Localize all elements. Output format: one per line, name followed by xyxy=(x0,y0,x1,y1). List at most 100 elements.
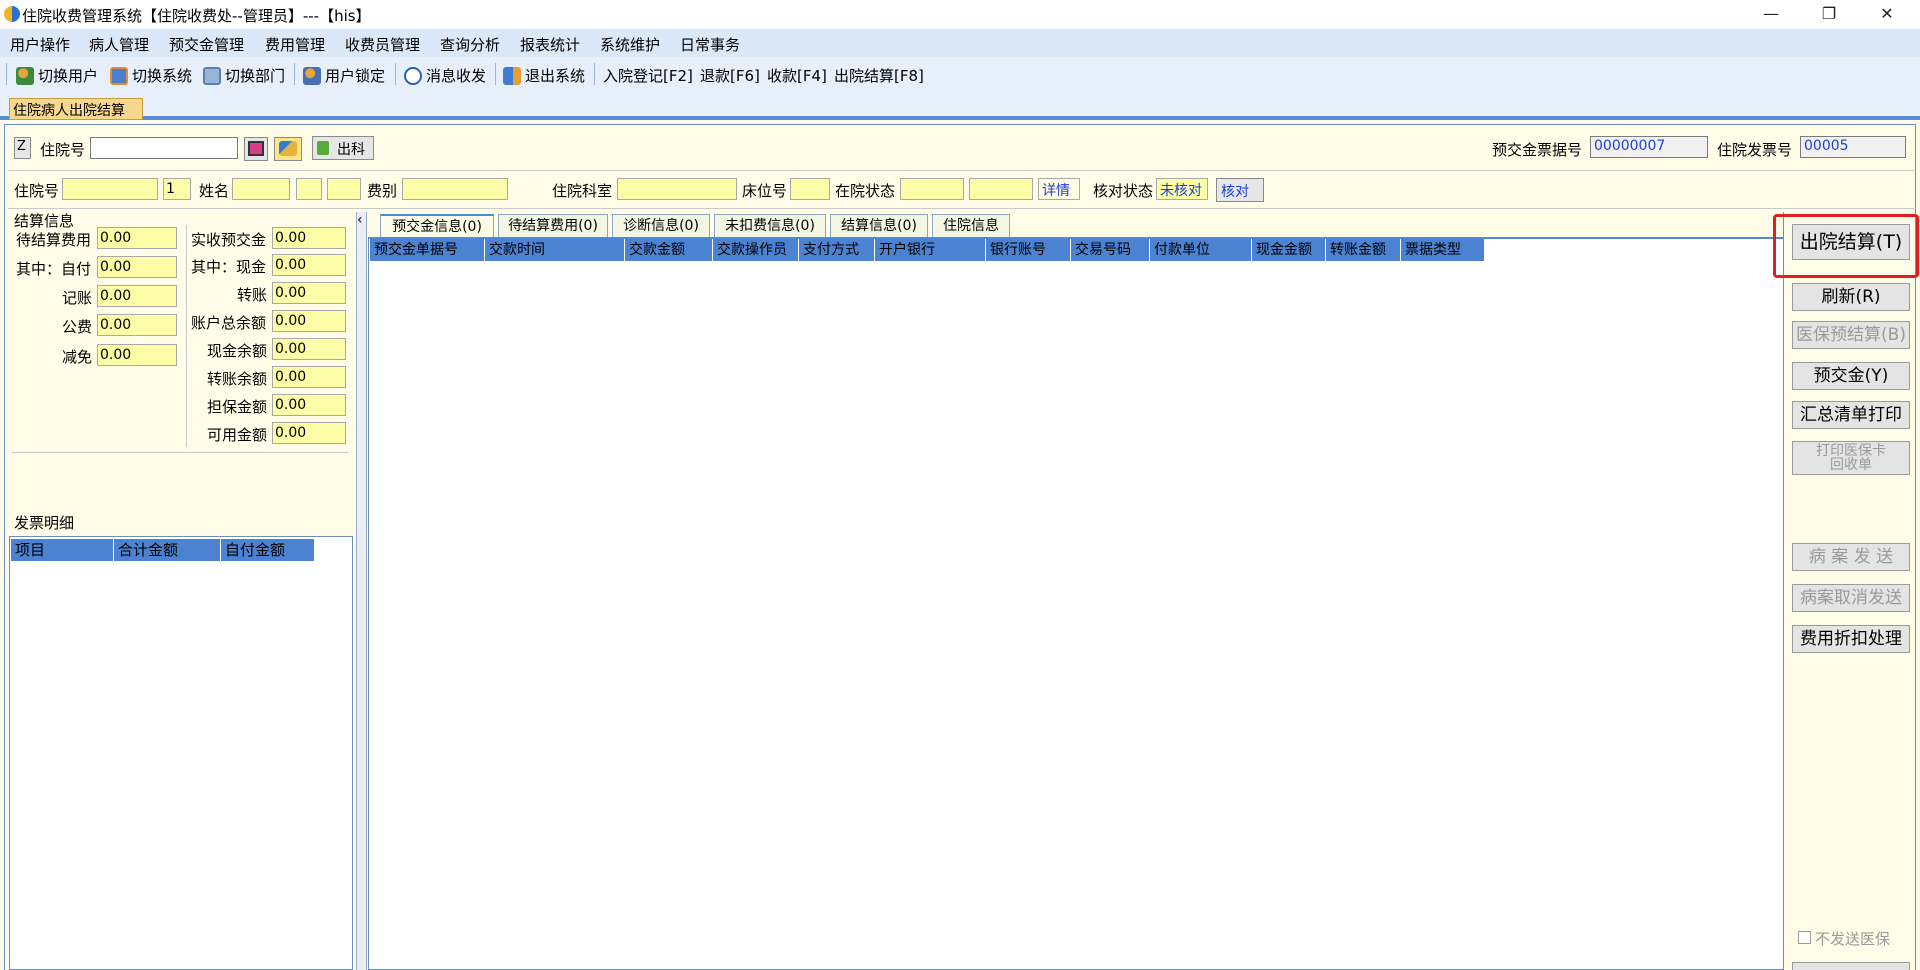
self-pay-label: 其中：自付 xyxy=(16,260,92,278)
menu-cashier[interactable]: 收费员管理 xyxy=(345,34,420,55)
bed-field[interactable] xyxy=(790,178,830,200)
z-button[interactable]: Z xyxy=(14,137,31,159)
pending-fee-field[interactable]: 0.00 xyxy=(97,227,177,249)
refresh-button[interactable]: 刷新(R) xyxy=(1792,283,1910,311)
print-ins-card-button[interactable]: 打印医保卡 回收单 xyxy=(1792,441,1910,475)
switch-system-button[interactable]: 切换系统 xyxy=(110,65,192,86)
no-send-ins-checkbox[interactable] xyxy=(1798,931,1811,944)
col-bank-account[interactable]: 银行账号 xyxy=(986,239,1071,261)
guarantee-field[interactable]: 0.00 xyxy=(272,394,346,416)
public-fee-field[interactable]: 0.00 xyxy=(97,314,177,336)
dept-field[interactable] xyxy=(617,178,737,200)
transfer-balance-label: 转账余额 xyxy=(207,370,268,388)
fee-type-field[interactable] xyxy=(402,178,508,200)
user-lock-button[interactable]: 用户锁定 xyxy=(303,65,385,86)
account-field[interactable]: 0.00 xyxy=(97,285,177,307)
col-receipt-type[interactable]: 票据类型 xyxy=(1401,239,1485,261)
tab-settlement[interactable]: 结算信息(0) xyxy=(830,214,928,238)
menu-system[interactable]: 系统维护 xyxy=(600,34,660,55)
discharge-toolbar-button[interactable]: 出院结算[F8] xyxy=(834,65,924,86)
tab-inpatient-info[interactable]: 住院信息 xyxy=(932,214,1010,238)
menu-report[interactable]: 报表统计 xyxy=(520,34,580,55)
col-pay-time[interactable]: 交款时间 xyxy=(485,239,625,261)
guarantee-label: 担保金额 xyxy=(207,398,268,416)
collapse-arrow-icon[interactable]: ‹ xyxy=(357,212,363,228)
close-button[interactable]: ✕ xyxy=(1864,2,1910,26)
admission-button[interactable]: 入院登记[F2] xyxy=(603,65,693,86)
summary-print-button[interactable]: 汇总清单打印 xyxy=(1792,401,1910,429)
menu-daily[interactable]: 日常事务 xyxy=(680,34,740,55)
exit-system-button[interactable]: 退出系统 xyxy=(503,65,585,86)
status-field[interactable] xyxy=(900,178,964,200)
splitter[interactable] xyxy=(356,212,367,970)
cash-field[interactable]: 0.00 xyxy=(272,254,346,276)
gender-field[interactable] xyxy=(296,178,322,200)
toolbar-separator xyxy=(395,63,396,85)
waiver-field[interactable]: 0.00 xyxy=(97,344,177,366)
col-item[interactable]: 项目 xyxy=(11,539,114,561)
switch-dept-button[interactable]: 切换部门 xyxy=(203,65,285,86)
col-transfer-amount[interactable]: 转账金额 xyxy=(1326,239,1401,261)
check-button[interactable]: 核对 xyxy=(1216,178,1264,202)
check-status-value: 未核对 xyxy=(1156,178,1208,200)
cash-label: 其中：现金 xyxy=(191,258,267,276)
detail-link[interactable]: 详情 xyxy=(1038,178,1080,200)
col-payer[interactable]: 付款单位 xyxy=(1150,239,1252,261)
col-pay-method[interactable]: 支付方式 xyxy=(799,239,875,261)
exit-button[interactable] xyxy=(1792,962,1910,970)
status-date-field[interactable] xyxy=(969,178,1033,200)
invoice-no-label: 住院发票号 xyxy=(1717,141,1793,159)
tab-undeducted[interactable]: 未扣费信息(0) xyxy=(714,214,826,238)
tab-pending-fees[interactable]: 待结算费用(0) xyxy=(498,214,608,238)
col-operator[interactable]: 交款操作员 xyxy=(713,239,799,261)
message-button[interactable]: 消息收发 xyxy=(404,65,486,86)
transfer-field[interactable]: 0.00 xyxy=(272,282,346,304)
tab-discharge-settlement[interactable]: 住院病人出院结算 xyxy=(9,98,143,120)
out-department-button[interactable]: 出科 xyxy=(312,136,374,160)
broom-icon xyxy=(279,141,297,156)
inpatient-label: 住院号 xyxy=(14,182,60,200)
clear-button[interactable] xyxy=(274,137,302,161)
menu-fee[interactable]: 费用管理 xyxy=(265,34,325,55)
deposit-receipt-label: 预交金票据号 xyxy=(1492,141,1583,159)
maximize-button[interactable]: ❐ xyxy=(1806,2,1852,26)
menu-query[interactable]: 查询分析 xyxy=(440,34,500,55)
deposit-receipt-field[interactable]: 00000007 xyxy=(1590,136,1708,158)
tab-diagnosis[interactable]: 诊断信息(0) xyxy=(612,214,710,238)
ins-pre-settle-button[interactable]: 医保预结算(B) xyxy=(1792,321,1910,349)
col-cash-amount[interactable]: 现金金额 xyxy=(1252,239,1326,261)
name-field[interactable] xyxy=(232,178,290,200)
invoice-no-field[interactable]: 00005 xyxy=(1800,136,1906,158)
fee-discount-button[interactable]: 费用折扣处理 xyxy=(1792,625,1910,653)
col-total[interactable]: 合计金额 xyxy=(114,539,221,561)
self-pay-field[interactable]: 0.00 xyxy=(97,256,177,278)
card-reader-button[interactable] xyxy=(244,137,268,161)
menu-deposit[interactable]: 预交金管理 xyxy=(169,34,244,55)
col-deposit-no[interactable]: 预交金单据号 xyxy=(370,239,485,261)
available-field[interactable]: 0.00 xyxy=(272,422,346,444)
case-send-button[interactable]: 病 案 发 送 xyxy=(1792,543,1910,571)
col-selfpay[interactable]: 自付金额 xyxy=(221,539,315,561)
col-bank[interactable]: 开户银行 xyxy=(875,239,986,261)
settlement-group-title: 结算信息 xyxy=(14,212,75,230)
col-trade-no[interactable]: 交易号码 xyxy=(1071,239,1150,261)
switch-user-button[interactable]: 切换用户 xyxy=(16,65,98,86)
inpatient-search-input[interactable] xyxy=(90,137,238,159)
inpatient-field[interactable] xyxy=(62,178,158,200)
col-pay-amount[interactable]: 交款金额 xyxy=(625,239,713,261)
received-deposit-field[interactable]: 0.00 xyxy=(272,227,346,249)
inpatient-seq-field[interactable]: 1 xyxy=(163,178,191,200)
age-field[interactable] xyxy=(327,178,361,200)
total-balance-field[interactable]: 0.00 xyxy=(272,310,346,332)
menu-patient[interactable]: 病人管理 xyxy=(89,34,149,55)
minimize-button[interactable]: — xyxy=(1748,2,1794,26)
collect-button[interactable]: 收款[F4] xyxy=(767,65,827,86)
transfer-balance-field[interactable]: 0.00 xyxy=(272,366,346,388)
refund-button[interactable]: 退款[F6] xyxy=(700,65,760,86)
menu-user-ops[interactable]: 用户操作 xyxy=(10,34,70,55)
tab-deposit-info[interactable]: 预交金信息(0) xyxy=(380,214,494,238)
deposit-button[interactable]: 预交金(Y) xyxy=(1792,362,1910,390)
discharge-settle-button[interactable]: 出院结算(T) xyxy=(1792,224,1910,260)
cash-balance-field[interactable]: 0.00 xyxy=(272,338,346,360)
case-cancel-send-button[interactable]: 病案取消发送 xyxy=(1792,584,1910,612)
